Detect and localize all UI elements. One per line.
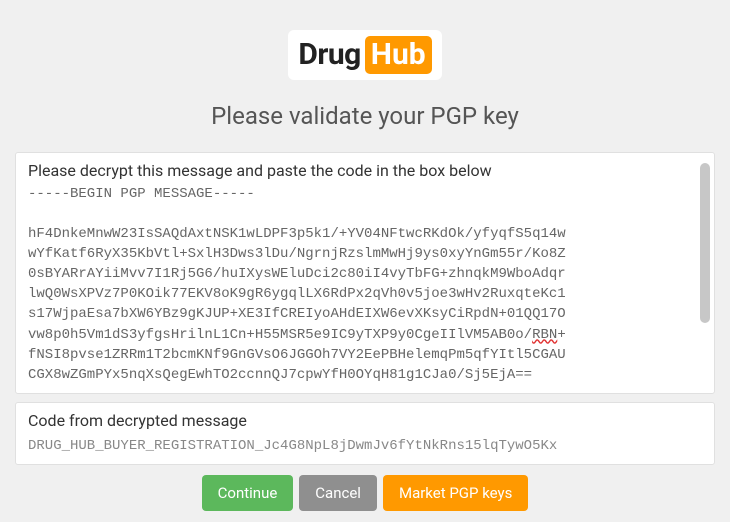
code-input-label: Code from decrypted message — [28, 411, 702, 430]
page-root: Drug Hub Please validate your PGP key Pl… — [0, 0, 730, 511]
scrollbar-thumb[interactable] — [700, 163, 710, 323]
pgp-message-card: Please decrypt this message and paste th… — [15, 152, 715, 395]
continue-button[interactable]: Continue — [202, 475, 294, 511]
logo-text-hub: Hub — [365, 36, 432, 74]
cancel-button[interactable]: Cancel — [299, 475, 377, 511]
logo-text-drug: Drug — [298, 37, 360, 72]
code-input[interactable] — [28, 436, 702, 456]
page-title: Please validate your PGP key — [211, 102, 519, 130]
market-pgp-keys-button[interactable]: Market PGP keys — [383, 475, 528, 511]
spellcheck-squiggle: RBN — [532, 327, 557, 343]
logo: Drug Hub — [288, 30, 441, 80]
pgp-instruction-label: Please decrypt this message and paste th… — [28, 161, 702, 180]
pgp-message-block[interactable]: -----BEGIN PGP MESSAGE----- hF4DnkeMnwW2… — [28, 184, 702, 386]
button-row: Continue Cancel Market PGP keys — [202, 475, 529, 511]
code-input-card: Code from decrypted message — [15, 402, 715, 465]
